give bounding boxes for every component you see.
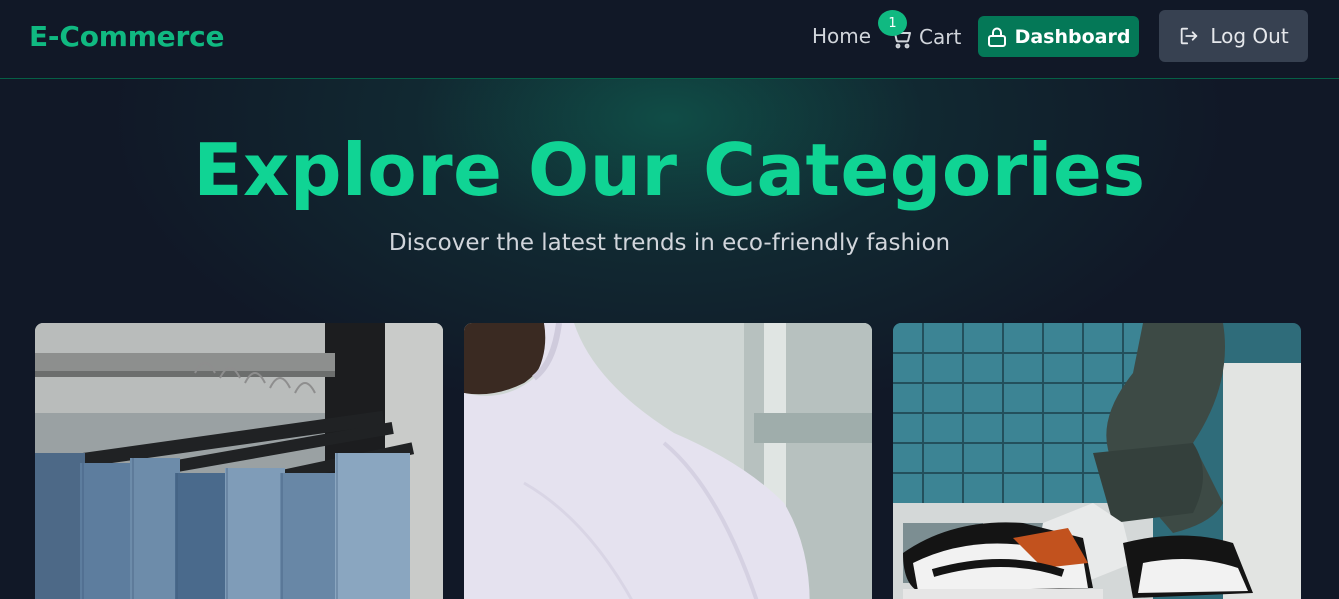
page-title: Explore Our Categories (193, 128, 1146, 212)
logout-button[interactable]: Log Out (1159, 10, 1308, 62)
nav-home-link[interactable]: Home (812, 24, 871, 48)
lock-icon (987, 27, 1006, 47)
category-card-jeans[interactable] (35, 323, 443, 599)
logout-label: Log Out (1210, 24, 1289, 48)
cart-label: Cart (919, 25, 962, 49)
dashboard-label: Dashboard (1014, 25, 1131, 48)
cart-count-badge: 1 (878, 10, 907, 36)
category-card-sneakers[interactable] (893, 323, 1301, 599)
dashboard-button[interactable]: Dashboard (978, 16, 1139, 57)
sneakers-photo (893, 323, 1301, 599)
category-card-tshirts[interactable] (464, 323, 872, 599)
page-subtitle: Discover the latest trends in eco-friend… (388, 230, 951, 256)
top-nav: E-Commerce Home Cart 1 Dashboard Log Out (0, 0, 1339, 79)
jeans-on-hangers-photo (35, 323, 443, 599)
white-tshirt-photo (464, 323, 872, 599)
logout-icon (1181, 27, 1198, 45)
brand-logo[interactable]: E-Commerce (29, 20, 224, 53)
